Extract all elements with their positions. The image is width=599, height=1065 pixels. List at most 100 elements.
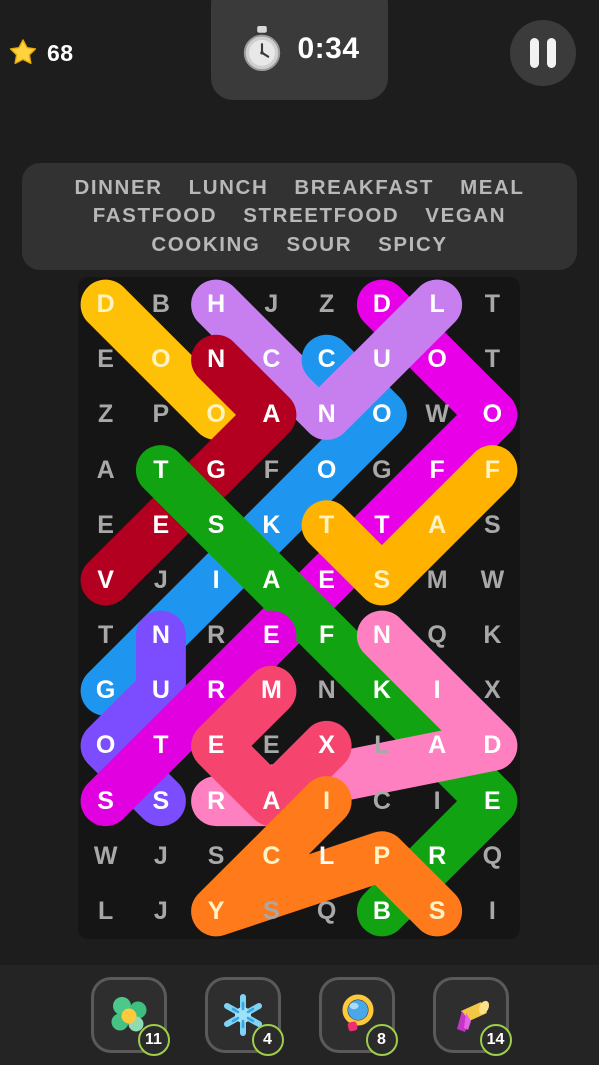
grid-cell[interactable]: A (410, 718, 465, 773)
grid-cell[interactable]: M (410, 553, 465, 608)
grid-cell[interactable]: Z (299, 277, 354, 332)
grid-cell[interactable]: G (354, 443, 409, 498)
grid-cell[interactable]: T (354, 498, 409, 553)
grid-cell[interactable]: U (133, 663, 188, 718)
grid-cell[interactable]: S (244, 884, 299, 939)
shuffle-powerup[interactable]: 11 (90, 977, 170, 1056)
grid-cell[interactable]: S (78, 774, 133, 829)
grid-cell[interactable]: J (133, 884, 188, 939)
grid-cell[interactable]: Y (189, 884, 244, 939)
grid-cell[interactable]: T (465, 332, 520, 387)
grid-cell[interactable]: E (299, 553, 354, 608)
grid-cell[interactable]: R (189, 608, 244, 663)
grid-cell[interactable]: E (133, 498, 188, 553)
grid-cell[interactable]: G (189, 443, 244, 498)
grid-cell[interactable]: R (410, 829, 465, 884)
grid-cell[interactable]: A (244, 774, 299, 829)
grid-cell[interactable]: Q (465, 829, 520, 884)
grid-cell[interactable]: K (244, 498, 299, 553)
grid-cell[interactable]: Z (78, 387, 133, 442)
grid-cell[interactable]: L (78, 884, 133, 939)
grid-cell[interactable]: K (354, 663, 409, 718)
grid-cell[interactable]: T (78, 608, 133, 663)
grid-cell[interactable]: Q (299, 884, 354, 939)
grid-cell[interactable]: G (78, 663, 133, 718)
grid-cell[interactable]: O (465, 387, 520, 442)
grid-cell[interactable]: W (465, 553, 520, 608)
grid-cell[interactable]: S (465, 498, 520, 553)
grid-cell[interactable]: I (410, 774, 465, 829)
grid-cell[interactable]: F (410, 443, 465, 498)
grid-cell[interactable]: T (133, 718, 188, 773)
grid-cell[interactable]: X (465, 663, 520, 718)
grid-cell[interactable]: T (133, 443, 188, 498)
grid-cell[interactable]: O (189, 387, 244, 442)
grid-cell[interactable]: O (410, 332, 465, 387)
grid-cell[interactable]: E (244, 608, 299, 663)
grid-cell[interactable]: E (465, 774, 520, 829)
grid-cell[interactable]: R (189, 663, 244, 718)
grid-cell[interactable]: S (189, 829, 244, 884)
grid-cell[interactable]: J (133, 553, 188, 608)
grid-cell[interactable]: F (465, 443, 520, 498)
grid-cell[interactable]: A (244, 387, 299, 442)
grid-cell[interactable]: R (189, 774, 244, 829)
grid-cell[interactable]: L (410, 277, 465, 332)
grid-cell[interactable]: C (299, 332, 354, 387)
grid-cell[interactable]: W (410, 387, 465, 442)
grid-cell[interactable]: F (244, 443, 299, 498)
grid-cell[interactable]: F (299, 608, 354, 663)
grid-cell[interactable]: J (244, 277, 299, 332)
grid-cell[interactable]: O (299, 443, 354, 498)
freeze-powerup[interactable]: 4 (204, 977, 284, 1056)
grid-cell[interactable]: O (78, 718, 133, 773)
grid-cell[interactable]: V (78, 553, 133, 608)
word-search-grid[interactable]: DBHJZDLTEONCCUOTZPOANOWOATGFOGFFEESKTTAS… (78, 277, 520, 939)
grid-cell[interactable]: M (244, 663, 299, 718)
grid-cell[interactable]: B (354, 884, 409, 939)
grid-cell[interactable]: C (244, 332, 299, 387)
grid-cell[interactable]: S (189, 498, 244, 553)
grid-cell[interactable]: A (410, 498, 465, 553)
grid-cell[interactable]: S (410, 884, 465, 939)
grid-cell[interactable]: J (133, 829, 188, 884)
grid-cell[interactable]: P (133, 387, 188, 442)
grid-cell[interactable]: K (465, 608, 520, 663)
grid-cell[interactable]: I (299, 774, 354, 829)
grid-cell[interactable]: C (354, 774, 409, 829)
grid-cell[interactable]: D (78, 277, 133, 332)
grid-cell[interactable]: T (299, 498, 354, 553)
grid-cell[interactable]: Q (410, 608, 465, 663)
pause-button[interactable] (510, 20, 576, 86)
grid-cell[interactable]: I (465, 884, 520, 939)
grid-cell[interactable]: N (354, 608, 409, 663)
grid-cell[interactable]: X (299, 718, 354, 773)
grid-cell[interactable]: N (299, 663, 354, 718)
torch-powerup[interactable]: 14 (432, 977, 512, 1056)
grid-cell[interactable]: B (133, 277, 188, 332)
grid-cell[interactable]: E (78, 332, 133, 387)
grid-cell[interactable]: E (244, 718, 299, 773)
hint-powerup[interactable]: 8 (318, 977, 398, 1056)
grid-cell[interactable]: O (354, 387, 409, 442)
grid-cell[interactable]: L (299, 829, 354, 884)
grid-cell[interactable]: S (354, 553, 409, 608)
grid-cell[interactable]: S (133, 774, 188, 829)
grid-cell[interactable]: N (189, 332, 244, 387)
grid-cell[interactable]: H (189, 277, 244, 332)
grid-cell[interactable]: A (78, 443, 133, 498)
grid-cell[interactable]: E (189, 718, 244, 773)
grid-cell[interactable]: U (354, 332, 409, 387)
grid-cell[interactable]: A (244, 553, 299, 608)
grid-cell[interactable]: I (410, 663, 465, 718)
grid-cell[interactable]: D (465, 718, 520, 773)
grid-cell[interactable]: C (244, 829, 299, 884)
grid-cell[interactable]: E (78, 498, 133, 553)
grid-cell[interactable]: T (465, 277, 520, 332)
grid-cell[interactable]: D (354, 277, 409, 332)
grid-cell[interactable]: W (78, 829, 133, 884)
grid-cell[interactable]: I (189, 553, 244, 608)
grid-cell[interactable]: N (133, 608, 188, 663)
grid-cell[interactable]: L (354, 718, 409, 773)
grid-cell[interactable]: N (299, 387, 354, 442)
